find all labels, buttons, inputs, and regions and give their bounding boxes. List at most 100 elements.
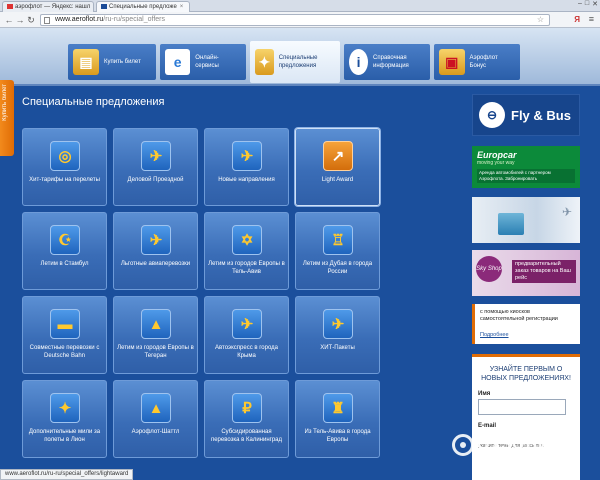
watermark-logo-icon xyxy=(452,434,474,456)
luggage-image xyxy=(498,213,524,235)
offer-crimea-autoexpress[interactable]: ✈ Автоэкспресс в города Крыма xyxy=(204,296,289,374)
offer-europe-tehran[interactable]: ▲ Летим из городов Европы в Тегеран xyxy=(113,296,198,374)
offer-light-award[interactable]: ↗ Light Award xyxy=(295,128,380,206)
info-icon: i xyxy=(349,49,369,75)
tile-label: Автоэкспресс в города Крыма xyxy=(214,345,279,359)
ticket-plane-icon: ✈ xyxy=(141,141,171,171)
mosque-icon: ☪ xyxy=(50,225,80,255)
tickets-icon: ▤ xyxy=(73,49,99,75)
offer-istanbul[interactable]: ☪ Летим в Стамбул xyxy=(22,212,107,290)
tower-icon: ▲ xyxy=(141,309,171,339)
tile-label: Субсидированная перевозка в Калининград xyxy=(210,429,283,443)
offer-tel-aviv-europe[interactable]: ♜ Из Тель-Авива в города Европы xyxy=(295,380,380,458)
name-label: Имя xyxy=(478,391,491,397)
close-window-icon[interactable]: ✕ xyxy=(592,0,598,10)
globe-icon: ◎ xyxy=(50,141,80,171)
offer-lyon-miles[interactable]: ✦ Дополнительные мили за полеты в Лион xyxy=(22,380,107,458)
travel-photo-banner[interactable]: ✈ xyxy=(472,197,580,243)
europcar-slogan: moving your way xyxy=(477,160,515,166)
url-host: www.aeroflot.ru xyxy=(55,16,104,23)
back-icon[interactable]: ← xyxy=(4,15,14,25)
aeroflot-favicon-icon xyxy=(101,4,107,9)
tile-label: Хит-тарифы на перелеты xyxy=(29,177,100,183)
address-bar: ← → ↻ www.aeroflot.ru/ru-ru/special_offe… xyxy=(0,12,600,28)
fly-bus-banner[interactable]: ⊖ Fly & Bus xyxy=(472,94,580,136)
browser-menu-icon[interactable]: ≡ xyxy=(589,14,594,24)
url-input[interactable]: www.aeroflot.ru/ru-ru/special_offers xyxy=(40,14,550,26)
samovar-icon: ♖ xyxy=(323,225,353,255)
offer-new-destinations[interactable]: ✈ Новые направления xyxy=(204,128,289,206)
tile-label: Летим из городов Европы в Тегеран xyxy=(117,345,194,359)
sky-shop-banner[interactable]: Sky Shop предварительный заказ товаров н… xyxy=(472,250,580,296)
offer-europe-tel-aviv[interactable]: ✡ Летим из городов Европы в Тель-Авив xyxy=(204,212,289,290)
tile-label: Льготные авиаперевозки xyxy=(120,261,191,267)
nav-label: Купить билет xyxy=(104,59,141,65)
email-label: E-mail xyxy=(478,423,497,429)
kiosk-text: с помощью киосков самостоятельной регист… xyxy=(480,309,558,322)
kiosk-banner[interactable]: с помощью киосков самостоятельной регист… xyxy=(472,304,580,344)
browser-tab-special-offers[interactable]: Специальные предложе × xyxy=(96,1,190,12)
tab-title: Специальные предложе xyxy=(109,4,177,11)
menorah-icon: ✡ xyxy=(232,225,262,255)
reload-icon[interactable]: ↻ xyxy=(26,15,36,26)
tile-label: Аэрофлот-Шаттл xyxy=(131,429,180,435)
tile-label: Из Тель-Авива в города Европы xyxy=(304,429,371,443)
train-icon: ▬ xyxy=(50,309,80,339)
ruble-plane-icon: ₽ xyxy=(232,393,262,423)
forward-icon[interactable]: → xyxy=(15,15,25,25)
offer-hit-packages[interactable]: ✈ ХИТ-Пакеты xyxy=(295,296,380,374)
buy-ticket-side-tab[interactable]: Купить билет xyxy=(0,80,14,156)
nav-buy-ticket[interactable]: ▤ Купить билет xyxy=(68,44,156,80)
page-title: Специальные предложения xyxy=(22,96,165,108)
url-path: /ru-ru/special_offers xyxy=(103,16,165,23)
nav-label: Онлайн-сервисы xyxy=(195,55,219,69)
miles-ticket-icon: ✦ xyxy=(50,393,80,423)
offer-dubai-russia[interactable]: ♖ Летим из Дубая в города России xyxy=(295,212,380,290)
maximize-icon[interactable]: □ xyxy=(585,0,589,10)
offer-hit-fares[interactable]: ◎ Хит-тарифы на перелеты xyxy=(22,128,107,206)
yandex-extension-icon[interactable]: Я xyxy=(574,15,580,24)
kiosk-more-link[interactable]: Подробнее xyxy=(480,332,509,338)
offer-kaliningrad[interactable]: ₽ Субсидированная перевозка в Калинингра… xyxy=(204,380,289,458)
bus-plane-icon: ✈ xyxy=(232,309,262,339)
nav-aeroflot-bonus[interactable]: ▣ Аэрофлот Бонус xyxy=(434,44,520,80)
close-tab-icon[interactable]: × xyxy=(180,4,184,10)
tile-label: Летим из Дубая в города России xyxy=(302,261,373,275)
fly-bus-text: Fly & Bus xyxy=(511,107,571,123)
minimize-icon[interactable]: – xyxy=(578,0,582,10)
bookmark-star-icon[interactable]: ☆ xyxy=(537,15,544,24)
tile-label: Новые направления xyxy=(218,177,275,183)
map-plane-icon: ✈ xyxy=(232,141,262,171)
browser-tab-yandex[interactable]: аэрофлот — Яндекс: нашл xyxy=(2,1,94,12)
plane-car-icon: ✈ xyxy=(323,309,353,339)
tile-label: Летим в Стамбул xyxy=(40,261,89,267)
offer-discount-flights[interactable]: ✈ Льготные авиаперевозки xyxy=(113,212,198,290)
sky-shop-text: предварительный заказ товаров на Ваш рей… xyxy=(512,260,576,283)
special-offers-grid: ◎ Хит-тарифы на перелеты ✈ Деловой Проез… xyxy=(22,128,382,464)
tab-title: аэрофлот — Яндекс: нашл xyxy=(15,4,91,11)
side-tab-label: Купить билет xyxy=(2,84,8,121)
offer-shuttle[interactable]: ▲ Аэрофлот-Шаттл xyxy=(113,380,198,458)
nav-online-services[interactable]: e Онлайн-сервисы xyxy=(160,44,246,80)
europcar-desc: Аренда автомобилей с партнером Аэрофлота… xyxy=(477,169,575,183)
light-award-icon: ↗ xyxy=(323,141,353,171)
bus-logo-icon: ⊖ xyxy=(479,102,505,128)
nav-special-offers[interactable]: ✦ Специальные предложения xyxy=(250,41,340,83)
tile-label: Деловой Проездной xyxy=(127,177,184,183)
tile-label: Дополнительные мили за полеты в Лион xyxy=(28,429,101,443)
name-input[interactable] xyxy=(478,399,566,415)
airplane-icon: ✈ xyxy=(561,205,572,219)
status-bar: www.aeroflot.ru/ru-ru/special_offers/lig… xyxy=(0,469,134,480)
otzovik-watermark: ОТЗОВИК xyxy=(452,434,561,456)
tile-label: ХИТ-Пакеты xyxy=(320,345,355,351)
subscribe-form: УЗНАЙТЕ ПЕРВЫМ О НОВЫХ ПРЕДЛОЖЕНИЯХ! Имя… xyxy=(472,354,580,480)
europcar-banner[interactable]: Europcar moving your way Аренда автомоби… xyxy=(472,146,580,188)
nav-reference-info[interactable]: i Справочная информация xyxy=(344,44,430,80)
offer-business-pass[interactable]: ✈ Деловой Проездной xyxy=(113,128,198,206)
subscribe-title: УЗНАЙТЕ ПЕРВЫМ О НОВЫХ ПРЕДЛОЖЕНИЯХ! xyxy=(481,366,571,382)
tile-label: Летим из городов Европы в Тель-Авив xyxy=(208,261,285,275)
offer-deutsche-bahn[interactable]: ▬ Совместные перевозки с Deutsche Bahn xyxy=(22,296,107,374)
sky-shop-logo: Sky Shop xyxy=(476,256,502,282)
site-navigation: ▤ Купить билет e Онлайн-сервисы ✦ Специа… xyxy=(0,28,600,86)
special-offers-icon: ✦ xyxy=(255,49,274,75)
